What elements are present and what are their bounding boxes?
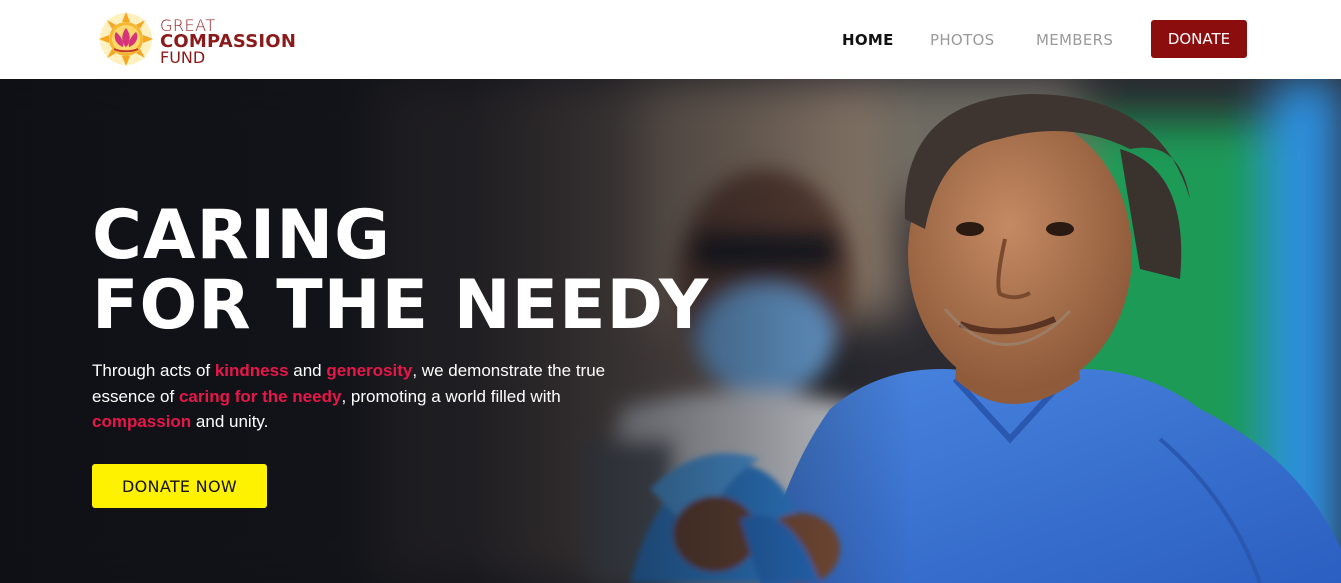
hero-description: Through acts of kindness and generosity,…: [92, 358, 632, 435]
nav-photos[interactable]: PHOTOS: [930, 31, 994, 49]
desc-text-4: , promoting a world filled with: [341, 386, 561, 406]
desc-highlight-kindness: kindness: [214, 361, 289, 380]
donate-button[interactable]: DONATE: [1151, 20, 1247, 58]
desc-text-1: Through acts of: [92, 361, 215, 380]
site-header: GREAT COMPASSION FUND HOME PHOTOS MEMBER…: [0, 0, 1341, 79]
hero-title-line2: FOR THE NEEDY: [92, 266, 710, 345]
lotus-sun-icon: [99, 12, 153, 66]
site-logo[interactable]: GREAT COMPASSION FUND: [98, 12, 308, 68]
nav-members[interactable]: MEMBERS: [1036, 31, 1113, 49]
desc-highlight-generosity: generosity: [326, 361, 413, 380]
hero-title-line1: CARING: [92, 196, 391, 275]
logo-wordmark: GREAT COMPASSION FUND: [160, 18, 296, 66]
hero-section: CARING FOR THE NEEDY Through acts of kin…: [0, 79, 1341, 583]
desc-highlight-compassion: compassion: [92, 412, 192, 431]
hero-title: CARING FOR THE NEEDY: [92, 201, 709, 341]
nav-home[interactable]: HOME: [842, 31, 894, 49]
donate-now-button[interactable]: DONATE NOW: [92, 464, 267, 508]
desc-text-2: and: [288, 361, 327, 380]
desc-highlight-caring: caring for the needy: [178, 386, 342, 406]
logo-line-fund: FUND: [160, 48, 206, 67]
desc-text-5: and unity.: [191, 412, 269, 431]
